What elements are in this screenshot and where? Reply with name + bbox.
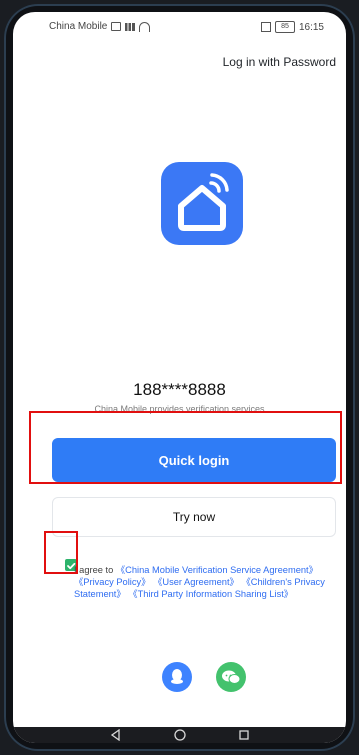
status-left: China Mobile: [49, 21, 151, 32]
qq-icon: [171, 669, 183, 684]
wifi-icon: [139, 21, 151, 32]
masked-phone-number: 188****8888: [133, 380, 226, 399]
recent-apps-button[interactable]: [232, 723, 256, 743]
vibrate-icon: [260, 22, 271, 32]
battery-icon: 85: [274, 21, 295, 33]
carrier-label: China Mobile: [49, 21, 108, 32]
sim-icon: [111, 22, 122, 31]
wechat-login-button[interactable]: [216, 662, 246, 692]
system-nav-bar: [13, 727, 346, 743]
battery-level: 85: [281, 23, 289, 30]
privacy-policy-link[interactable]: 《Privacy Policy》: [74, 577, 150, 587]
try-now-label: Try now: [172, 510, 216, 524]
home-icon: [174, 729, 186, 741]
clock: 16:15: [298, 21, 324, 33]
third-party-sharing-link[interactable]: 《Third Party Information Sharing List》: [128, 589, 293, 599]
wechat-icon: [222, 670, 241, 684]
checkbox-highlight: [44, 531, 78, 574]
quick-login-highlight: [29, 411, 342, 484]
agreement-text: I agree to 《China Mobile Verification Se…: [74, 564, 339, 600]
back-icon: [110, 729, 120, 741]
qq-login-button[interactable]: [162, 662, 192, 692]
user-agreement-link[interactable]: 《User Agreement》: [153, 577, 239, 587]
home-button[interactable]: [168, 723, 192, 743]
signal-icon: [125, 22, 136, 31]
app-screen: China Mobile 85 16:15 Log in with Passwo…: [13, 12, 346, 743]
back-button[interactable]: [104, 723, 128, 743]
status-bar: China Mobile 85 16:15: [13, 12, 346, 38]
login-with-password-link[interactable]: Log in with Password: [223, 55, 336, 69]
status-right: 85 16:15: [260, 21, 324, 33]
try-now-button[interactable]: Try now: [52, 497, 336, 537]
device-frame: China Mobile 85 16:15 Log in with Passwo…: [0, 0, 359, 755]
service-agreement-link[interactable]: 《China Mobile Verification Service Agree…: [116, 565, 318, 575]
recent-apps-icon: [239, 730, 249, 740]
app-logo: [161, 162, 243, 245]
agreement-prefix: I agree to: [74, 565, 114, 575]
smart-home-logo-icon: [178, 173, 229, 231]
